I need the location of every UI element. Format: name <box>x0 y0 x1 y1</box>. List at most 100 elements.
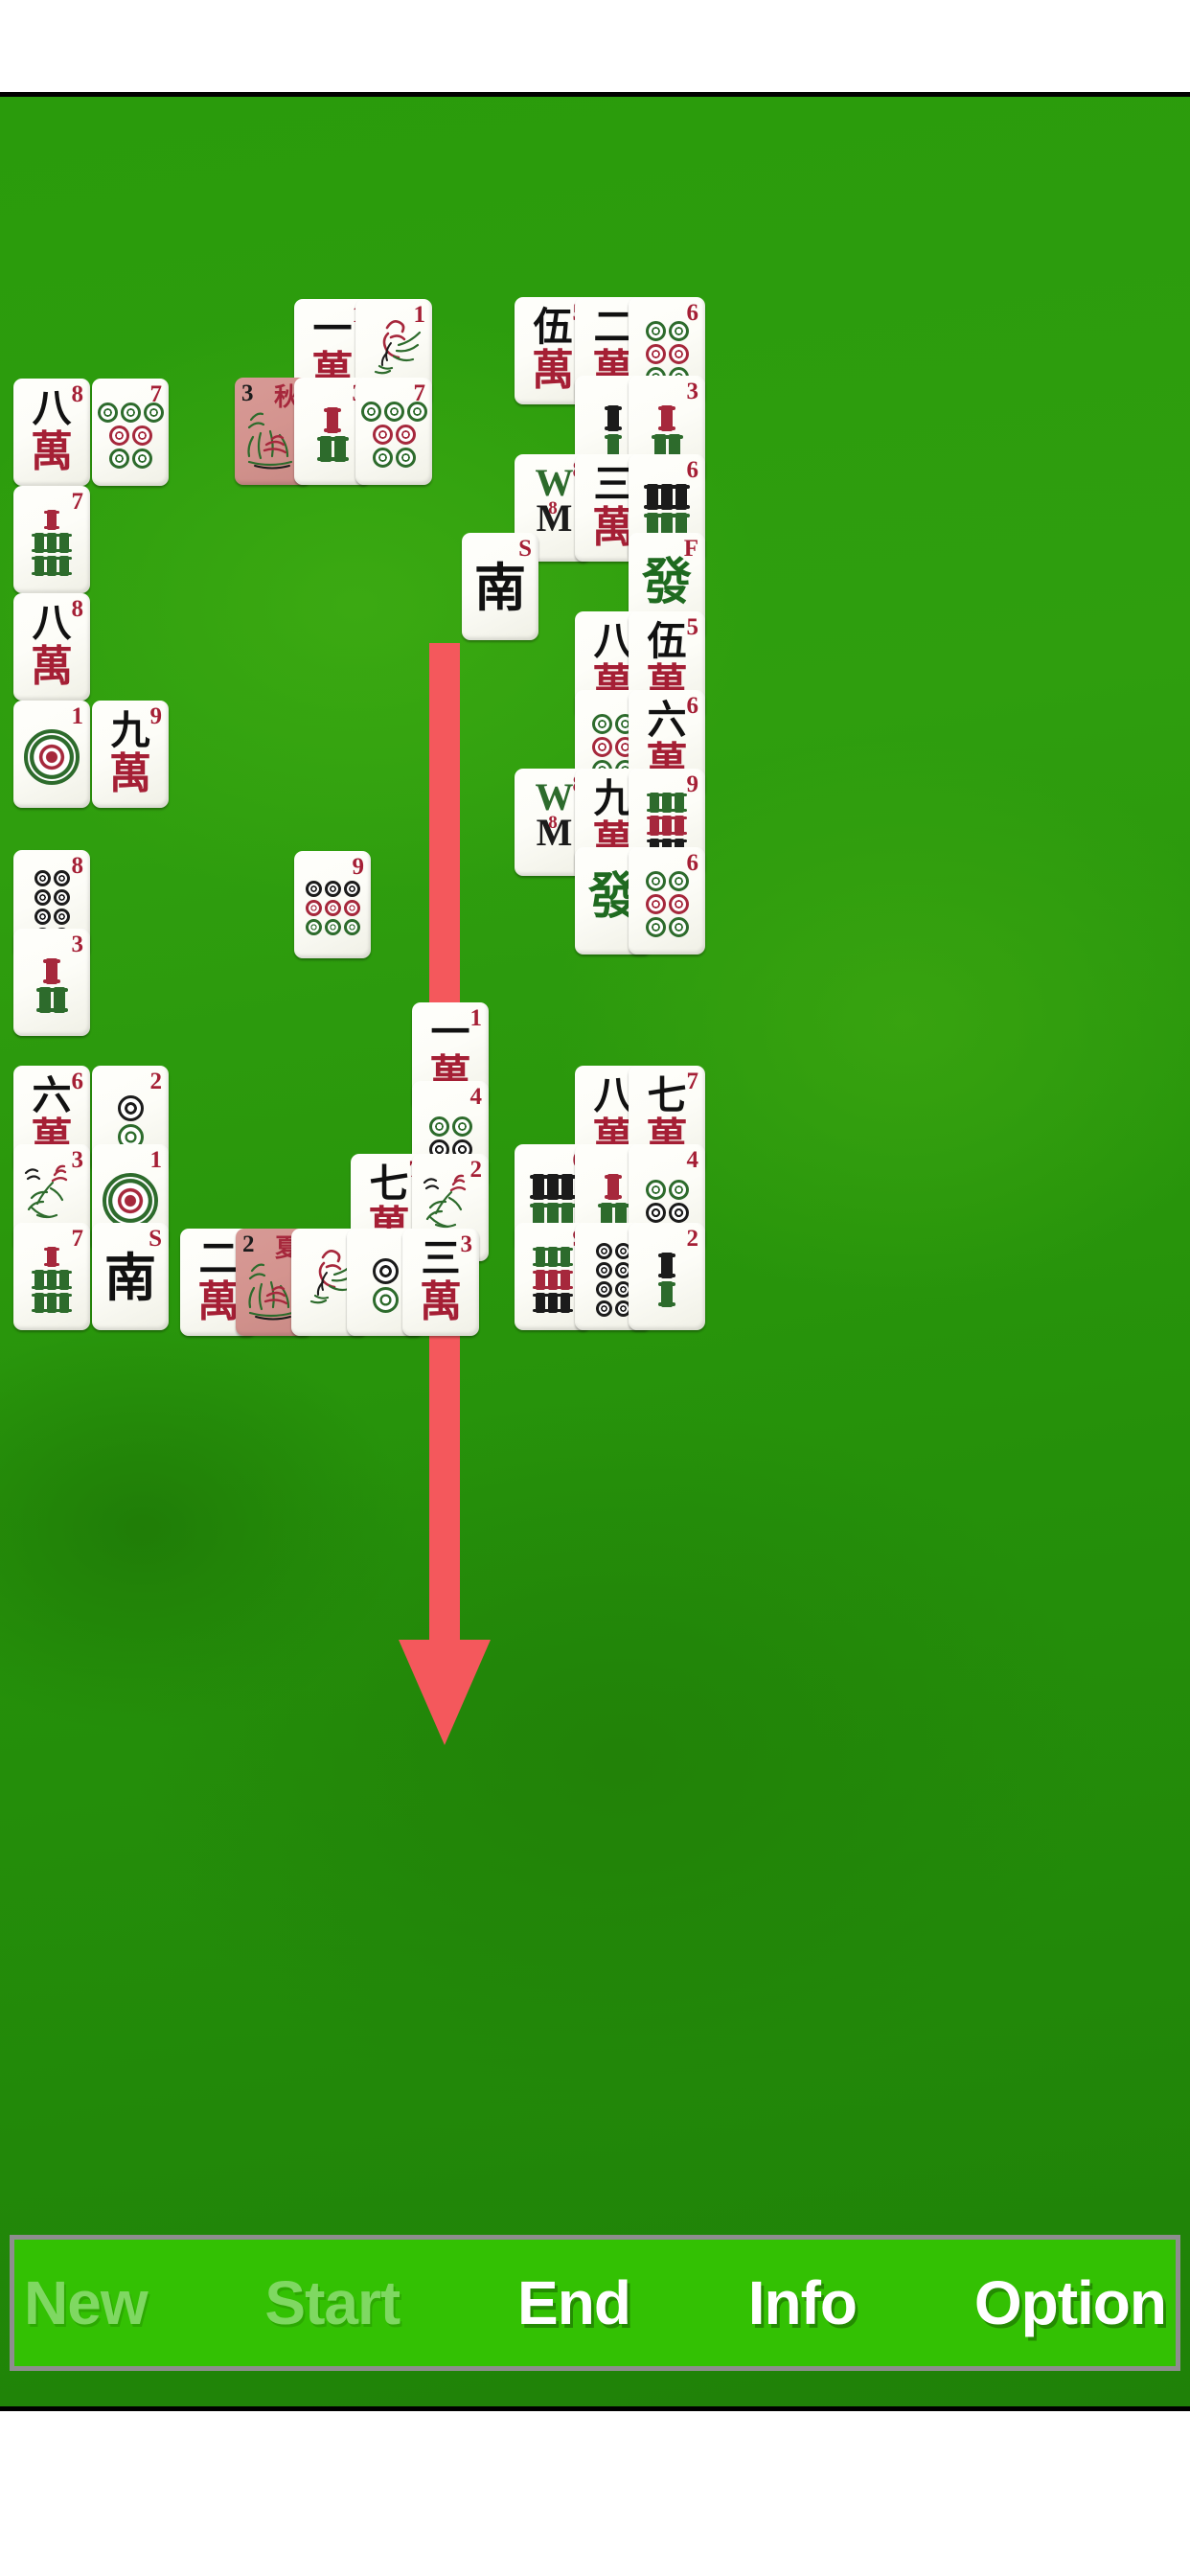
bamboo-pip <box>43 957 60 984</box>
tile-2-bamboo[interactable]: 2 <box>629 1223 705 1330</box>
bamboo-pip <box>533 1246 548 1267</box>
dot-pip <box>34 908 51 925</box>
bamboo-pip <box>545 1292 561 1313</box>
tile-8-characters[interactable]: 八萬8 <box>13 379 90 486</box>
dot-pip <box>595 1300 612 1317</box>
pip-row <box>644 483 690 510</box>
pip-row <box>372 424 416 445</box>
bamboo-pip <box>324 406 341 433</box>
bamboo-pip <box>44 1269 59 1290</box>
tile-index-label: 8 <box>71 596 84 622</box>
pip-row <box>43 957 60 984</box>
dot-pip <box>372 447 393 468</box>
pip-row <box>530 1173 576 1200</box>
dot-pip <box>372 1286 399 1313</box>
dot-pip <box>108 425 129 446</box>
tile-index-label: 3 <box>686 379 699 404</box>
mahjong-game-screen: 八萬877八萬81九萬983六萬62317南S一萬11秋3379一萬14七萬72… <box>0 0 1190 2576</box>
pip-row <box>305 918 360 935</box>
dot-pip <box>645 893 666 914</box>
bamboo-pip <box>545 1246 561 1267</box>
pip-row <box>595 1242 631 1259</box>
bamboo-pip <box>672 815 687 836</box>
tile-index-label: 7 <box>71 489 84 515</box>
tile-index-label: 4 <box>469 1084 483 1110</box>
tile-3-characters[interactable]: 三萬3 <box>402 1229 479 1336</box>
tile-suit-glyph: 萬 <box>31 427 73 476</box>
pip-row <box>595 1261 631 1278</box>
dot-pip <box>34 888 51 906</box>
tile-1-dot[interactable]: 1 <box>13 701 90 808</box>
dot-pip <box>595 1280 612 1298</box>
dot-pip <box>108 448 129 469</box>
pip-row <box>108 448 152 469</box>
dot-pip <box>53 869 70 886</box>
tile-7-dots[interactable]: 7 <box>92 379 169 486</box>
status-bar-bottom <box>0 2411 1190 2576</box>
pip-row <box>533 1269 573 1290</box>
tile-index-label: 1 <box>149 1147 163 1173</box>
pip-row <box>34 908 70 925</box>
tile-index-label: 1 <box>469 1005 483 1031</box>
pip-row <box>35 986 68 1013</box>
tile-index-label: 3 <box>241 380 254 406</box>
bamboo-pip <box>331 435 349 462</box>
bamboo-pip <box>673 483 690 510</box>
dot-pip <box>343 918 360 935</box>
tile-index-label: 2 <box>469 1157 483 1183</box>
pip-row <box>372 447 416 468</box>
pip-row <box>645 870 689 891</box>
dot-pip <box>305 880 322 897</box>
dragon-glyph: 發 <box>641 553 692 611</box>
dot-pip <box>668 320 689 341</box>
bamboo-pip <box>57 1292 72 1313</box>
bamboo-pip <box>316 435 334 462</box>
tile-south-wind[interactable]: 南S <box>462 533 538 640</box>
pip-row <box>117 1094 144 1121</box>
tile-7-bamboo[interactable]: 7 <box>13 1223 90 1330</box>
tile-south-wind[interactable]: 南S <box>92 1223 169 1330</box>
tile-index-label: 9 <box>686 771 699 797</box>
tile-8-characters[interactable]: 八萬8 <box>13 593 90 701</box>
bamboo-pip <box>32 1292 47 1313</box>
bamboo-pip <box>658 483 675 510</box>
pip-row <box>605 1173 622 1200</box>
tile-index-label: 9 <box>149 703 163 729</box>
bamboo-pip <box>44 1246 59 1267</box>
game-board[interactable]: 八萬877八萬81九萬983六萬62317南S一萬11秋3379一萬14七萬72… <box>0 97 1190 2406</box>
bamboo-pip <box>44 1292 59 1313</box>
bamboo-pip <box>32 1269 47 1290</box>
tile-7-dots[interactable]: 7 <box>355 378 432 485</box>
tile-3-bamboo[interactable]: 3 <box>13 929 90 1036</box>
dot-pip <box>668 1179 689 1200</box>
dot-pip <box>53 908 70 925</box>
bamboo-pip <box>559 1173 576 1200</box>
tile-9-characters[interactable]: 九萬9 <box>92 701 169 808</box>
bamboo-pip <box>658 1280 675 1307</box>
dot-pip <box>383 401 404 422</box>
dot-pip <box>53 888 70 906</box>
tile-9-dots[interactable]: 9 <box>294 851 371 958</box>
tile-7-bamboo[interactable]: 7 <box>13 486 90 593</box>
tile-index-label: 3 <box>460 1231 473 1257</box>
tile-suit-glyph: 萬 <box>109 749 151 798</box>
pip-row <box>658 1280 675 1307</box>
pip-row <box>645 1179 689 1200</box>
toolbar-button-option[interactable]: Option <box>969 2272 1172 2334</box>
toolbar-button-end[interactable]: End <box>512 2272 636 2334</box>
bamboo-pip <box>605 404 622 431</box>
tile-6-dots[interactable]: 6 <box>629 847 705 954</box>
bamboo-pip <box>558 1269 573 1290</box>
wind-glyph: 南 <box>104 1247 156 1308</box>
dot-pip <box>324 880 341 897</box>
dot-pip <box>395 447 416 468</box>
tile-index-label: 3 <box>71 1147 84 1173</box>
toolbar-button-info[interactable]: Info <box>743 2272 862 2334</box>
bamboo-pip <box>544 1173 561 1200</box>
dot-pip <box>591 713 612 734</box>
tile-suit-glyph: 萬 <box>420 1277 462 1326</box>
bamboo-pip <box>647 792 662 813</box>
pip-row <box>595 1300 631 1317</box>
bamboo-pip <box>32 532 47 553</box>
bamboo-pip <box>32 555 47 576</box>
